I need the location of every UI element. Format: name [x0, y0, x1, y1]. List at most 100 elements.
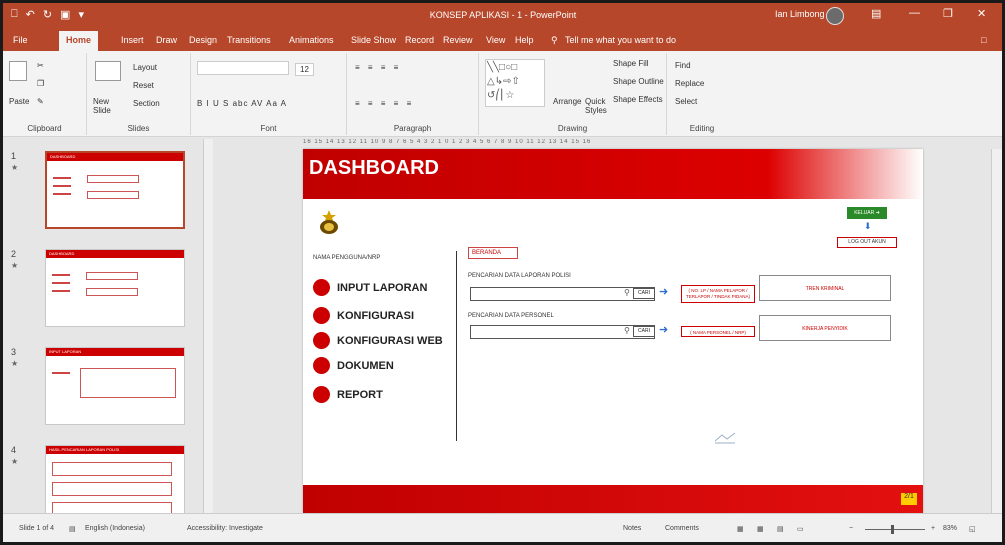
- shape-effects-button[interactable]: Shape Effects: [613, 95, 663, 104]
- new-slide-button[interactable]: New Slide: [93, 97, 127, 115]
- cari-personel-button[interactable]: CARI: [633, 326, 655, 337]
- zoom-out-icon[interactable]: −: [849, 525, 853, 532]
- slide-thumbnail-3[interactable]: INPUT LAPORAN: [45, 347, 185, 425]
- accessibility-status[interactable]: Accessibility: Investigate: [187, 525, 263, 532]
- shape-fill-button[interactable]: Shape Fill: [613, 59, 649, 68]
- lightbulb-icon: ⚲: [551, 35, 558, 45]
- cari-laporan-button[interactable]: CARI: [633, 288, 655, 299]
- reading-view-icon[interactable]: ▤: [777, 525, 784, 533]
- bullet-dot-icon: [313, 357, 330, 374]
- menu-item-dokumen[interactable]: DOKUMEN: [313, 357, 394, 374]
- close-icon[interactable]: ✕: [977, 7, 986, 20]
- comments-icon[interactable]: □: [981, 35, 986, 45]
- slide-sorter-icon[interactable]: ▦: [757, 525, 764, 533]
- font-size-input[interactable]: 12: [295, 63, 314, 76]
- tab-file[interactable]: File: [13, 35, 28, 45]
- select-button[interactable]: Select: [675, 97, 697, 106]
- align-icon[interactable]: ≡ ≡ ≡ ≡ ≡: [355, 99, 414, 108]
- new-slide-icon[interactable]: [95, 61, 121, 81]
- zoom-level[interactable]: 83%: [943, 525, 957, 532]
- reset-button[interactable]: Reset: [133, 81, 154, 90]
- section-button[interactable]: Section: [133, 99, 160, 108]
- replace-button[interactable]: Replace: [675, 79, 704, 88]
- nama-pengguna-label: NAMA PENGGUNA/NRP: [313, 255, 381, 261]
- paste-icon[interactable]: [9, 61, 27, 81]
- menu-label: INPUT LAPORAN: [337, 281, 428, 294]
- slide-canvas[interactable]: DASHBOARD NAMA PENGGUNA/NRP INPUT LAPORA…: [303, 149, 923, 513]
- slide-thumbnails-pane[interactable]: 1 ★ DASHBOARD 2 ★ DASHBOARD 3 ★ INPUT LA…: [3, 149, 203, 523]
- editing-label: Editing: [689, 124, 715, 133]
- tab-record[interactable]: Record: [405, 35, 434, 45]
- horizontal-ruler: 16 15 14 13 12 11 10 9 8 7 6 5 4 3 2 1 0…: [303, 139, 592, 145]
- find-button[interactable]: Find: [675, 61, 691, 70]
- thumbnails-scrollbar[interactable]: [203, 139, 213, 513]
- zoom-slider[interactable]: [865, 529, 925, 530]
- logout-box[interactable]: LOG OUT AKUN: [837, 237, 897, 248]
- kinerja-penyidik-box[interactable]: KINERJA PENYIDIK: [759, 315, 891, 341]
- user-name[interactable]: Ian Limbong: [775, 9, 825, 19]
- layout-button[interactable]: Layout: [133, 63, 157, 72]
- tren-kriminal-box[interactable]: TREN KRIMINAL: [759, 275, 891, 301]
- tab-home[interactable]: Home: [59, 31, 99, 51]
- shape-outline-button[interactable]: Shape Outline: [613, 77, 664, 86]
- arrow-down-icon: ⬇: [864, 221, 872, 231]
- cut-icon[interactable]: ✂: [37, 61, 44, 70]
- paste-button[interactable]: Paste: [9, 97, 29, 106]
- keluar-button[interactable]: KELUAR ➜: [847, 207, 887, 219]
- spellcheck-icon[interactable]: ▤: [69, 525, 76, 533]
- search-laporan-label: PENCARIAN DATA LAPORAN POLISI: [468, 273, 571, 279]
- tab-help[interactable]: Help: [515, 35, 534, 45]
- editor-scrollbar[interactable]: [991, 149, 1002, 513]
- ribbon-home: Paste ✂ ❐ ✎ Clipboard New Slide Layout R…: [3, 51, 1002, 137]
- menu-item-report[interactable]: REPORT: [313, 386, 383, 403]
- group-editing: Find Replace Select Editing: [667, 53, 737, 135]
- tab-design[interactable]: Design: [189, 35, 217, 45]
- quick-styles-button[interactable]: Quick Styles: [585, 97, 609, 115]
- tab-draw[interactable]: Draw: [156, 35, 177, 45]
- paragraph-label: Paragraph: [393, 124, 432, 133]
- shapes-gallery[interactable]: ╲╲□○□ △↳⇨⇧ ↺⎛⎜☆: [485, 59, 545, 107]
- menu-item-konfigurasi[interactable]: KONFIGURASI: [313, 307, 414, 324]
- menu-label: DOKUMEN: [337, 359, 394, 372]
- format-painter-icon[interactable]: ✎: [37, 97, 44, 106]
- bullets-icon[interactable]: ≡ ≡ ≡ ≡: [355, 63, 401, 72]
- bullet-dot-icon: [313, 332, 330, 349]
- thumb-title: DASHBOARD: [49, 251, 75, 256]
- zoom-in-icon[interactable]: +: [931, 525, 935, 532]
- comments-button[interactable]: Comments: [665, 525, 699, 532]
- menu-item-konfigurasi-web[interactable]: KONFIGURASI WEB: [313, 332, 443, 349]
- avatar[interactable]: [826, 7, 844, 25]
- slide-title[interactable]: DASHBOARD: [309, 157, 439, 180]
- font-name-input[interactable]: [197, 61, 289, 75]
- thumb-number: 1: [11, 151, 17, 161]
- copy-icon[interactable]: ❐: [37, 79, 44, 88]
- tab-animations[interactable]: Animations: [289, 35, 334, 45]
- tab-review[interactable]: Review: [443, 35, 473, 45]
- group-font: 12 B I U S abc AV Aa A Font: [191, 53, 347, 135]
- minimize-icon[interactable]: —: [909, 7, 920, 19]
- restore-icon[interactable]: ❐: [943, 7, 953, 20]
- tab-slide-show[interactable]: Slide Show: [351, 35, 396, 45]
- language-status[interactable]: English (Indonesia): [85, 525, 145, 532]
- search-laporan-note: ( NO. LP / NAMA PELAPOR / TERLAPOR / TIN…: [681, 285, 755, 303]
- slideshow-view-icon[interactable]: ▭: [797, 525, 804, 533]
- tab-transitions[interactable]: Transitions: [227, 35, 271, 45]
- ribbon-display-icon[interactable]: ▤: [871, 7, 881, 20]
- tell-me-search[interactable]: Tell me what you want to do: [565, 35, 676, 45]
- zoom-slider-knob[interactable]: [891, 525, 894, 534]
- slide-thumbnail-1[interactable]: DASHBOARD: [45, 151, 185, 229]
- font-format-buttons[interactable]: B I U S abc AV Aa A: [197, 99, 287, 108]
- menu-label: KONFIGURASI: [337, 309, 414, 322]
- arrange-button[interactable]: Arrange: [553, 97, 581, 106]
- clipboard-label: Clipboard: [27, 124, 62, 133]
- slide-thumbnail-4[interactable]: HASIL PENCARIAN LAPORAN POLISI: [45, 445, 185, 523]
- normal-view-icon[interactable]: ▦: [737, 525, 744, 533]
- page-number-badge: 2/1: [901, 493, 917, 505]
- slide-thumbnail-2[interactable]: DASHBOARD: [45, 249, 185, 327]
- menu-item-input-laporan[interactable]: INPUT LAPORAN: [313, 279, 427, 296]
- tab-insert[interactable]: Insert: [121, 35, 144, 45]
- tab-view[interactable]: View: [486, 35, 505, 45]
- notes-button[interactable]: Notes: [623, 525, 641, 532]
- beranda-tab[interactable]: BERANDA: [468, 247, 518, 259]
- fit-slide-icon[interactable]: ◱: [969, 525, 976, 533]
